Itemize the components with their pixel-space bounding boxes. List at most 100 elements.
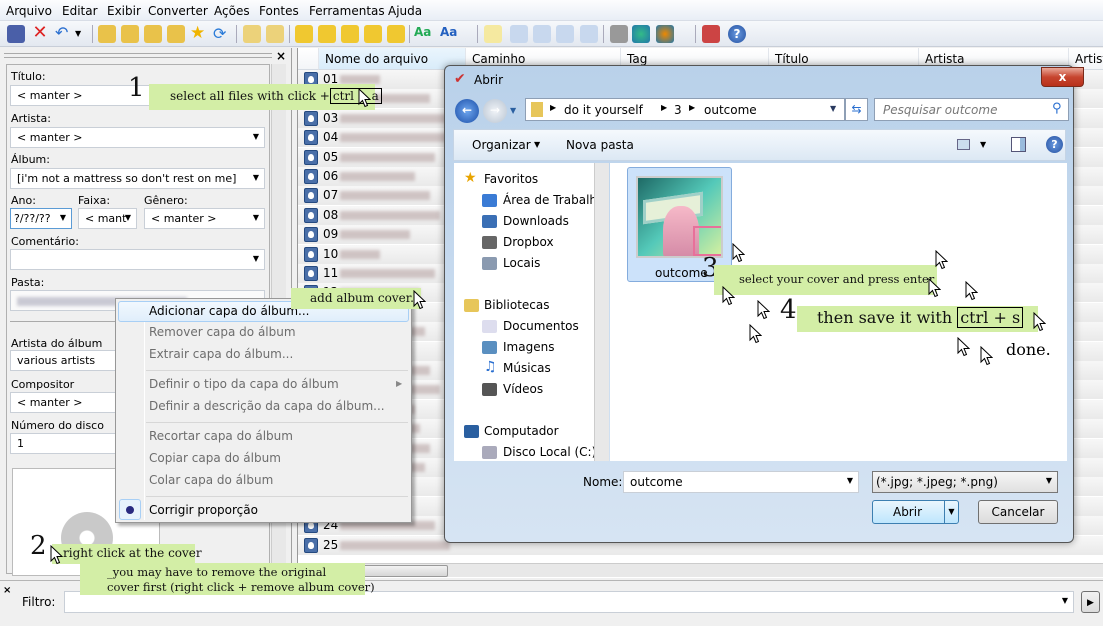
help-icon[interactable]: ? xyxy=(728,25,746,43)
breadcrumb-item[interactable]: 3 xyxy=(674,103,682,117)
nav-pictures[interactable]: Imagens xyxy=(503,340,554,354)
nav-videos[interactable]: Vídeos xyxy=(503,382,543,396)
menu-set-cover-description[interactable]: Definir a descrição da capa do álbum... xyxy=(149,399,385,413)
genero-select[interactable]: < manter > xyxy=(144,208,265,229)
nav-libraries[interactable]: Bibliotecas xyxy=(484,298,549,312)
column-filename[interactable]: Nome do arquivo xyxy=(319,48,466,70)
menu-acoes[interactable]: Ações xyxy=(214,4,250,18)
favorite-folder-icon[interactable] xyxy=(167,25,185,43)
help-icon[interactable]: ? xyxy=(1046,136,1063,153)
ano-select[interactable]: ?/??/?? xyxy=(10,208,72,229)
nav-local-disk[interactable]: Disco Local (C:) xyxy=(503,445,596,459)
menu-fix-ratio[interactable]: Corrigir proporção xyxy=(149,503,258,517)
history-dropdown-icon[interactable]: ▼ xyxy=(510,106,516,115)
options-icon[interactable] xyxy=(702,25,720,43)
menu-ferramentas[interactable]: Ferramentas xyxy=(309,4,385,18)
edit-icon[interactable] xyxy=(484,25,502,43)
tool-icon[interactable] xyxy=(533,25,551,43)
nav-scrollbar[interactable] xyxy=(594,163,609,461)
menu-paste-cover[interactable]: Colar capa do álbum xyxy=(149,473,273,487)
add-folder-icon[interactable] xyxy=(121,25,139,43)
organize-button[interactable]: Organizar xyxy=(472,138,531,152)
tag-convert-icon[interactable] xyxy=(341,25,359,43)
undo-icon[interactable]: ↶ xyxy=(55,25,73,43)
column-check[interactable] xyxy=(298,48,319,70)
faixa-select[interactable]: < mant xyxy=(78,208,137,229)
nav-computer[interactable]: Computador xyxy=(484,424,559,438)
breadcrumb-item[interactable]: do it yourself xyxy=(564,103,643,117)
online-db-icon[interactable] xyxy=(656,25,674,43)
menu-arquivo[interactable]: Arquivo xyxy=(6,4,52,18)
nav-music[interactable]: Músicas xyxy=(503,361,551,375)
artista-select[interactable]: < manter > xyxy=(10,127,265,148)
horizontal-scrollbar[interactable] xyxy=(298,563,1103,577)
numbering-icon[interactable] xyxy=(580,25,598,43)
menu-copy-cover[interactable]: Copiar capa do álbum xyxy=(149,451,281,465)
comentario-select[interactable] xyxy=(10,249,265,270)
refresh-icon[interactable]: ⟳ xyxy=(213,25,231,43)
export-icon[interactable] xyxy=(243,25,261,43)
nav-locais[interactable]: Locais xyxy=(503,256,540,270)
cancel-button[interactable]: Cancelar xyxy=(978,500,1058,524)
nav-dropbox[interactable]: Dropbox xyxy=(503,235,554,249)
file-name-input[interactable]: outcome xyxy=(623,471,859,493)
mouse-cursor-icon xyxy=(957,337,970,357)
open-dropdown-icon[interactable]: ▼ xyxy=(944,501,958,523)
view-dropdown-icon[interactable]: ▼ xyxy=(980,140,986,149)
menu-set-cover-type[interactable]: Definir o tipo da capa do álbum xyxy=(149,377,339,391)
back-button[interactable]: ← xyxy=(455,99,479,123)
menu-remove-cover[interactable]: Remover capa do álbum xyxy=(149,325,296,339)
breadcrumb-item[interactable]: outcome xyxy=(704,103,757,117)
export-list-icon[interactable] xyxy=(266,25,284,43)
save-icon[interactable] xyxy=(7,25,25,43)
view-icon[interactable] xyxy=(957,139,970,150)
nav-downloads[interactable]: Downloads xyxy=(503,214,569,228)
tag-convert-icon[interactable] xyxy=(387,25,405,43)
tag-convert-icon[interactable] xyxy=(318,25,336,43)
undo-dropdown-icon[interactable]: ▼ xyxy=(75,25,93,43)
address-bar[interactable]: ▶ do it yourself ▶ 3 ▶ outcome ▼ xyxy=(525,98,845,121)
titulo-label: Título: xyxy=(11,70,46,83)
font-icon[interactable]: Aa xyxy=(440,25,458,43)
forward-button[interactable]: → xyxy=(483,99,507,123)
file-type-select[interactable]: (*.jpg; *.jpeg; *.png) xyxy=(872,471,1058,493)
search-input[interactable]: Pesquisar outcome xyxy=(874,98,1069,121)
tag-convert-icon[interactable] xyxy=(364,25,382,43)
preview-pane-icon[interactable] xyxy=(1011,137,1026,152)
delete-icon[interactable]: ✕ xyxy=(31,24,49,43)
panel-grip[interactable] xyxy=(4,53,272,58)
web-sources-icon[interactable] xyxy=(610,25,628,43)
open-folder-icon[interactable] xyxy=(98,25,116,43)
new-folder-button[interactable]: Nova pasta xyxy=(566,138,634,152)
tool-icon[interactable] xyxy=(556,25,574,43)
case-convert-icon[interactable]: Aa xyxy=(414,25,432,43)
audio-file-icon xyxy=(304,266,318,281)
close-filter-icon[interactable]: × xyxy=(3,585,11,596)
refresh-icon[interactable]: ⇆ xyxy=(845,98,868,121)
menu-exibir[interactable]: Exibir xyxy=(107,4,141,18)
nav-desktop[interactable]: Área de Trabalho xyxy=(503,193,604,207)
album-label: Álbum: xyxy=(11,153,50,166)
search-icon[interactable]: ⚲ xyxy=(1052,101,1062,116)
dialog-close-button[interactable]: x xyxy=(1041,67,1084,87)
globe-icon[interactable] xyxy=(632,25,650,43)
playlist-folder-icon[interactable] xyxy=(144,25,162,43)
menu-crop-cover[interactable]: Recortar capa do álbum xyxy=(149,429,293,443)
nav-favorites[interactable]: Favoritos xyxy=(484,172,538,186)
blurred-filename xyxy=(340,269,435,278)
menu-editar[interactable]: Editar xyxy=(62,4,98,18)
filter-go-button[interactable]: ▶ xyxy=(1081,591,1100,613)
album-select[interactable]: [i'm not a mattress so don't rest on me] xyxy=(10,168,265,189)
star-icon[interactable]: ★ xyxy=(190,25,208,43)
menu-extract-cover[interactable]: Extrair capa do álbum... xyxy=(149,347,293,361)
menu-converter[interactable]: Converter xyxy=(148,4,208,18)
close-panel-icon[interactable]: × xyxy=(276,49,286,63)
nav-documents[interactable]: Documentos xyxy=(503,319,579,333)
address-dropdown-icon[interactable]: ▼ xyxy=(830,104,836,113)
tag-convert-icon[interactable] xyxy=(295,25,313,43)
open-button[interactable]: Abrir ▼ xyxy=(872,500,959,524)
menu-add-cover[interactable]: Adicionar capa do álbum... xyxy=(149,304,309,318)
menu-fontes[interactable]: Fontes xyxy=(259,4,299,18)
tool-icon[interactable] xyxy=(510,25,528,43)
menu-ajuda[interactable]: Ajuda xyxy=(388,4,422,18)
